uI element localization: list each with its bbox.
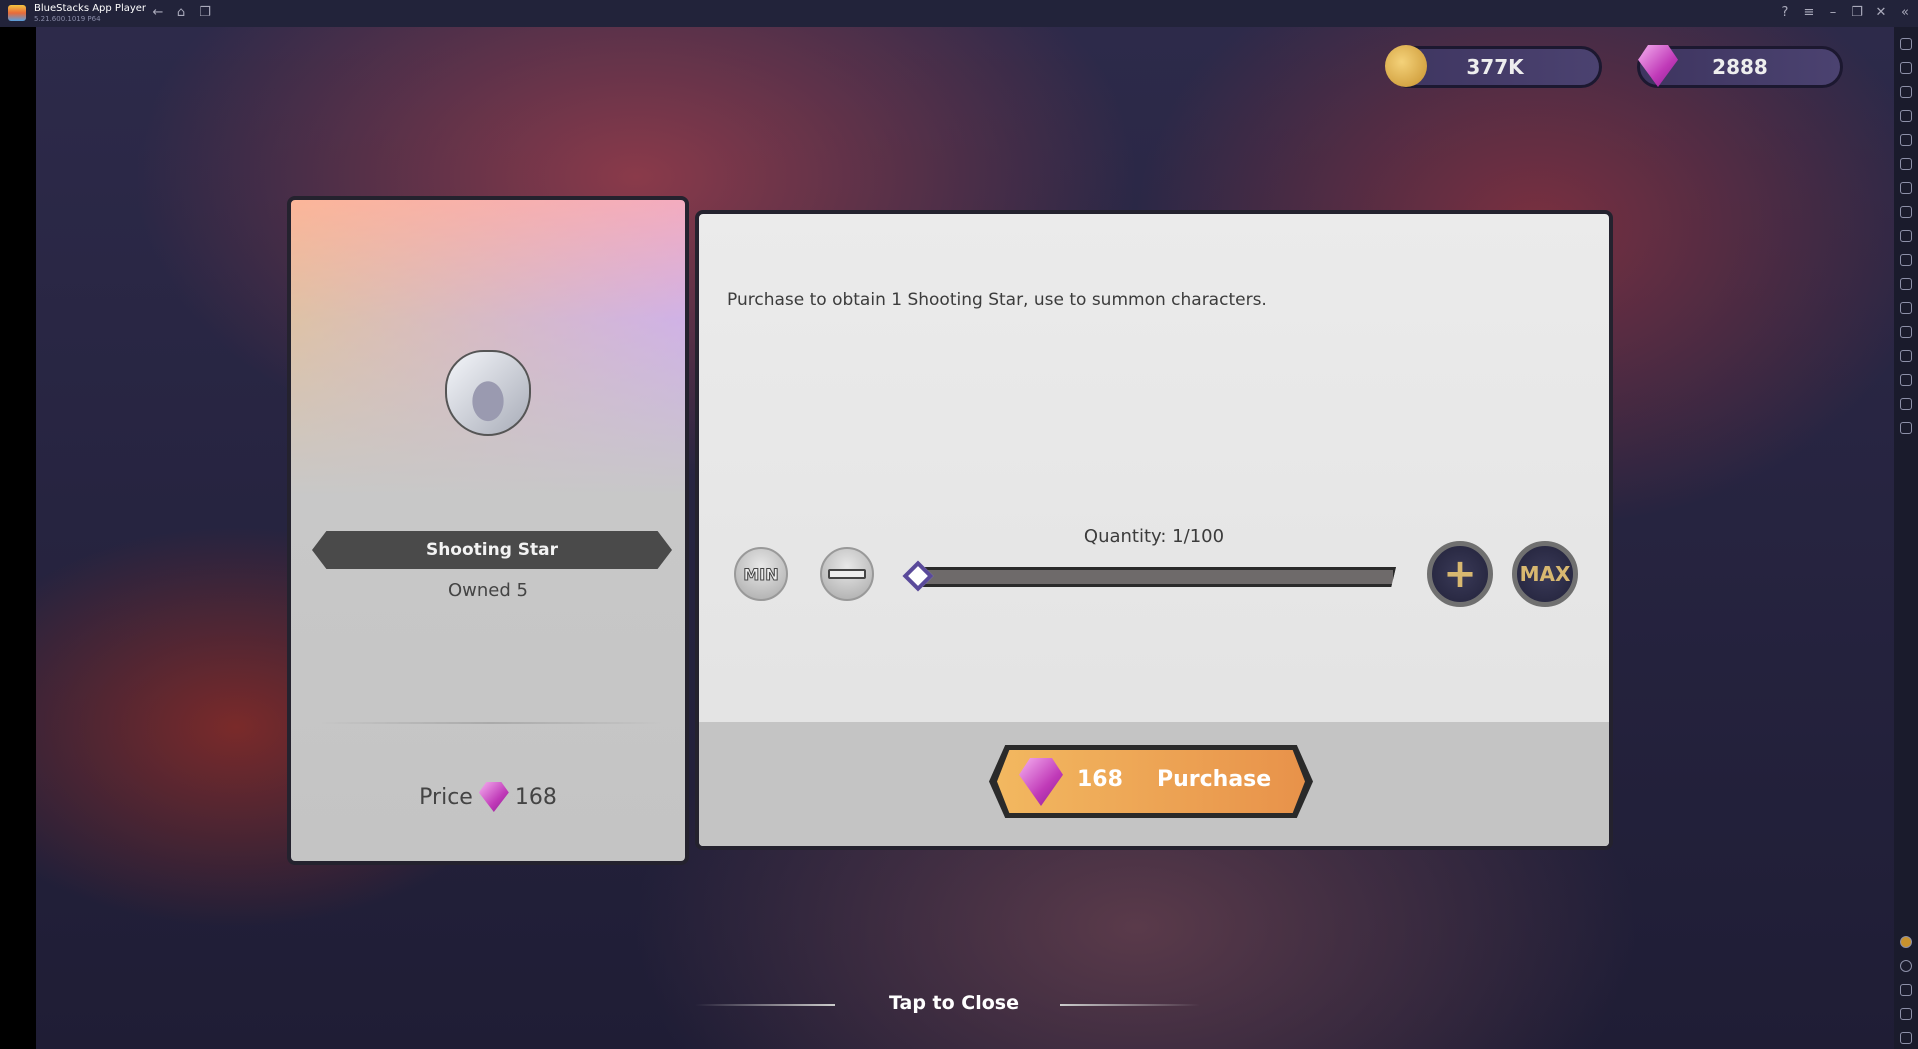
home-icon[interactable] — [1900, 1008, 1912, 1020]
item-description: Purchase to obtain 1 Shooting Star, use … — [727, 290, 1267, 310]
back-icon[interactable] — [1900, 984, 1912, 996]
price-label: Price — [419, 784, 473, 810]
quantity-slider[interactable] — [919, 567, 1396, 587]
back-icon[interactable]: ← — [150, 5, 166, 21]
item-card: Shooting Star Owned 5 Price 168 — [287, 196, 689, 865]
coin-amount: 377K — [1466, 55, 1524, 79]
menu-icon[interactable]: ≡ — [1801, 5, 1817, 21]
airplane-icon[interactable] — [1900, 302, 1912, 314]
fullscreen-icon[interactable] — [1900, 38, 1912, 50]
volume-icon[interactable] — [1900, 62, 1912, 74]
ring-item-icon — [445, 350, 531, 436]
coin-balance: 377K — [1385, 45, 1602, 88]
apk-icon[interactable] — [1900, 182, 1912, 194]
gallery-icon[interactable] — [1900, 278, 1912, 290]
gem-amount: 2888 — [1712, 55, 1768, 79]
help-icon[interactable]: ? — [1777, 5, 1793, 21]
avatar-icon[interactable] — [1900, 936, 1912, 948]
decrease-button[interactable] — [820, 547, 874, 601]
gem-icon — [478, 782, 509, 812]
purchase-label: Purchase — [1157, 767, 1272, 792]
purchase-cost: 168 — [1077, 767, 1123, 792]
layers-icon[interactable] — [1900, 398, 1912, 410]
panel-footer: 168 Purchase — [699, 722, 1609, 846]
minimize-icon[interactable]: – — [1825, 5, 1841, 21]
decorative-line-left — [695, 1004, 835, 1006]
decorative-line-right — [1060, 1004, 1200, 1006]
app-title: BlueStacks App Player — [34, 3, 147, 14]
close-icon[interactable]: ✕ — [1873, 5, 1889, 21]
purchase-button[interactable]: 168 Purchase — [989, 745, 1313, 818]
gamepad-icon[interactable] — [1900, 206, 1912, 218]
multi-instance-icon[interactable]: ❐ — [197, 5, 213, 21]
minus-icon — [828, 569, 866, 579]
instances-icon[interactable] — [1900, 326, 1912, 338]
recents-icon[interactable] — [1900, 1032, 1912, 1044]
game-viewport: 377K 2888 Shooting Star Owned 5 Price 16… — [36, 27, 1894, 1049]
max-button[interactable]: MAX — [1512, 541, 1578, 607]
home-icon[interactable]: ⌂ — [173, 5, 189, 21]
eco-icon[interactable] — [1900, 350, 1912, 362]
min-button[interactable]: MIN — [734, 547, 788, 601]
plus-icon: + — [1443, 551, 1477, 597]
collapse-sidebar-icon[interactable]: « — [1897, 5, 1913, 21]
media-icon[interactable] — [1900, 86, 1912, 98]
gem-icon — [1638, 45, 1678, 87]
crop-icon[interactable] — [1900, 254, 1912, 266]
keyboard-icon[interactable] — [1900, 110, 1912, 122]
location-icon[interactable] — [1900, 374, 1912, 386]
sync-icon[interactable] — [1900, 422, 1912, 434]
settings-icon[interactable] — [1900, 960, 1912, 972]
bluestacks-sidebar — [1894, 27, 1918, 1049]
increase-button[interactable]: + — [1427, 541, 1493, 607]
app-version: 5.21.600.1019 P64 — [34, 15, 101, 23]
item-price: Price 168 — [291, 782, 685, 812]
title-bar: BlueStacks App Player 5.21.600.1019 P64 … — [0, 0, 1918, 27]
restore-icon[interactable]: ❐ — [1849, 5, 1865, 21]
bluestacks-logo-icon — [8, 5, 26, 21]
screenshot-icon[interactable] — [1900, 230, 1912, 242]
divider — [321, 722, 661, 724]
purchase-panel: Purchase to obtain 1 Shooting Star, use … — [695, 210, 1613, 850]
record-icon[interactable] — [1900, 158, 1912, 170]
item-name: Shooting Star — [312, 531, 672, 569]
price-value: 168 — [514, 784, 557, 810]
coin-icon — [1385, 45, 1427, 87]
owned-count: Owned 5 — [448, 580, 528, 601]
gem-balance: 2888 — [1637, 45, 1843, 88]
gem-icon — [1019, 758, 1063, 806]
tap-to-close[interactable]: Tap to Close — [889, 992, 1019, 1014]
macro-icon[interactable] — [1900, 134, 1912, 146]
